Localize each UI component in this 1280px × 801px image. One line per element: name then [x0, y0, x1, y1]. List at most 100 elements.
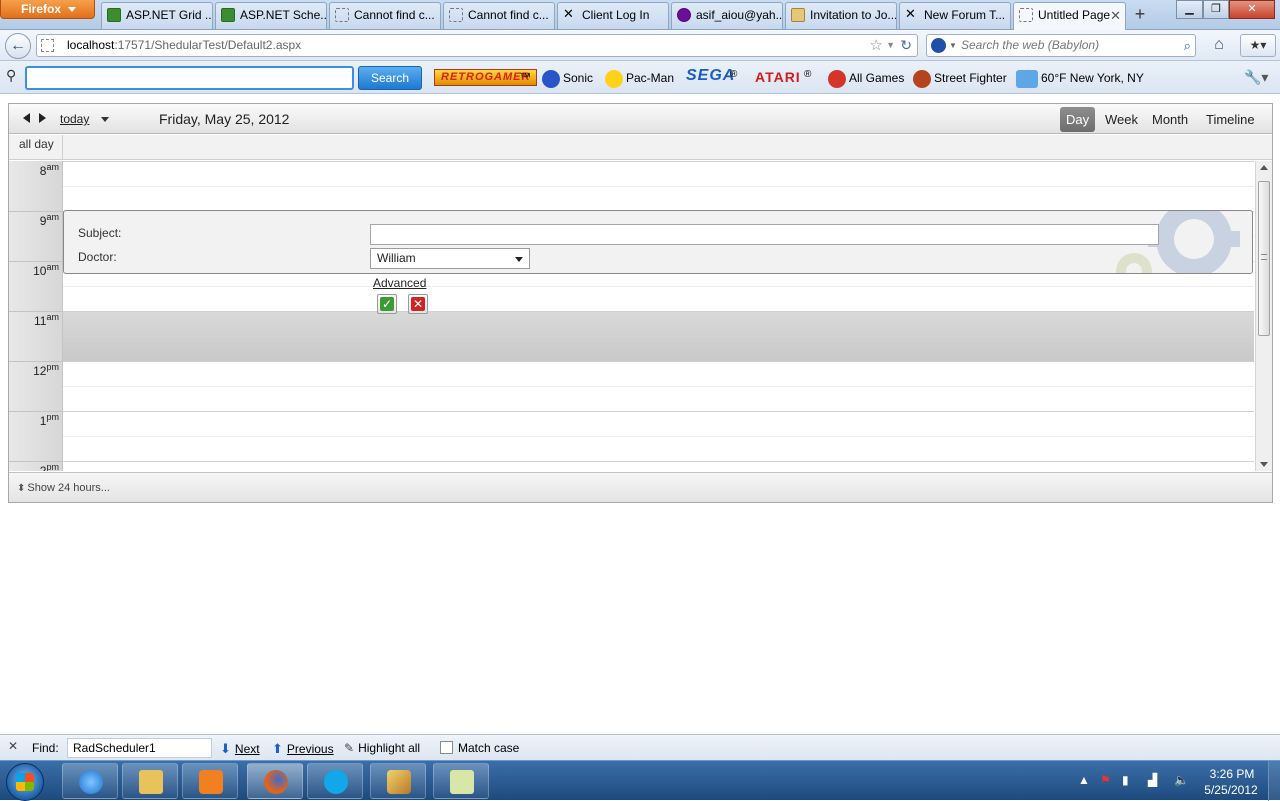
scroll-down-icon[interactable] [1260, 462, 1268, 467]
sega-logo[interactable]: SEGA [686, 67, 735, 85]
taskbar-tools[interactable] [433, 763, 489, 799]
hour-label-12pm: 12pm [9, 362, 59, 378]
tab-new-forum[interactable]: ✕ New Forum T... [899, 2, 1011, 29]
half-hour-divider [63, 186, 1254, 187]
next-day-icon[interactable] [39, 113, 46, 123]
advanced-link[interactable]: Advanced [373, 276, 426, 290]
taskbar-skype[interactable] [307, 763, 363, 799]
taskbar-explorer[interactable] [122, 763, 178, 799]
highlight-all-button[interactable]: ✎ Highlight all [344, 741, 420, 755]
view-month-button[interactable]: Month [1146, 107, 1194, 132]
history-dropdown-icon[interactable]: ▼ [886, 35, 895, 56]
start-button[interactable] [6, 763, 44, 801]
view-timeline-button[interactable]: Timeline [1200, 107, 1261, 132]
find-next-button[interactable]: ⬇ Next [220, 741, 260, 757]
page-content: today Friday, May 25, 2012 Day Week Mont… [0, 94, 1280, 734]
weather-widget[interactable]: 60°F New York, NY [1016, 67, 1144, 89]
doctor-select[interactable]: William [370, 248, 530, 269]
bookmark-label: Street Fighter [934, 71, 1007, 85]
close-find-bar-icon[interactable]: ✕ [8, 739, 18, 753]
show-desktop-button[interactable] [1268, 761, 1280, 801]
toolbar-search-button[interactable]: Search [358, 66, 422, 90]
address-bar[interactable]: localhost:17571/ShedularTest/Default2.as… [36, 34, 918, 57]
bookmark-street-fighter[interactable]: Street Fighter [913, 67, 1007, 89]
hour-divider [63, 411, 1254, 412]
subject-input[interactable] [370, 224, 1159, 245]
tab-label: New Forum T... [924, 8, 1006, 22]
network-icon[interactable]: ▟ [1148, 773, 1157, 787]
blank-page-icon [335, 8, 349, 22]
scrollbar-thumb[interactable] [1258, 181, 1270, 336]
bookmark-all-games[interactable]: All Games [828, 67, 904, 89]
view-day-button[interactable]: Day [1060, 107, 1096, 132]
expand-arrows-icon: ⬍ [17, 483, 26, 494]
time-grid[interactable]: 8am 9am 10am 11am 12pm 1pm 2pm [9, 161, 1254, 471]
tools-icon[interactable]: 🔧▾ [1244, 69, 1268, 86]
close-window-button[interactable]: ✕ [1229, 0, 1275, 19]
bookmark-sonic[interactable]: Sonic [542, 67, 593, 89]
x-logo-icon: ✕ [905, 6, 916, 21]
find-previous-button[interactable]: ⬆ Previous [272, 741, 334, 757]
action-center-icon[interactable]: ⚑ [1100, 773, 1111, 787]
clock-time[interactable]: 3:26 PM [1202, 767, 1262, 781]
site-identity-icon[interactable] [41, 39, 54, 52]
atari-logo[interactable]: ATARI [755, 69, 801, 85]
save-button[interactable]: ✓ [377, 294, 397, 314]
blank-page-icon [449, 8, 463, 22]
view-week-button[interactable]: Week [1099, 107, 1144, 132]
hour-label-2pm: 2pm [9, 462, 59, 471]
match-case-checkbox[interactable] [440, 741, 453, 754]
vertical-scrollbar[interactable] [1255, 161, 1272, 471]
taskbar-media-player[interactable] [182, 763, 238, 799]
search-icon[interactable]: ⌕ [1184, 35, 1191, 56]
all-day-row[interactable]: all day [9, 135, 1272, 160]
bookmarks-button[interactable]: ★▾ [1240, 34, 1276, 57]
today-link[interactable]: today [60, 112, 89, 126]
tab-client-login[interactable]: ✕ Client Log In [557, 2, 669, 29]
tab-asp-grid[interactable]: ASP.NET Grid ... [101, 2, 213, 29]
new-tab-button[interactable]: + [1128, 4, 1152, 26]
back-button[interactable]: ← [5, 33, 31, 59]
search-placeholder: Search the web (Babylon) [961, 38, 1100, 52]
games-icon [828, 69, 846, 88]
taskbar-internet-explorer[interactable] [62, 763, 118, 799]
show-24-hours-link[interactable]: ⬍ Show 24 hours... [17, 482, 110, 494]
web-search-box[interactable]: ▼ Search the web (Babylon) ⌕ [926, 34, 1196, 57]
home-button[interactable]: ⌂ [1206, 34, 1232, 57]
battery-icon[interactable]: ▮ [1122, 773, 1129, 787]
tab-invitation[interactable]: Invitation to Jo... [785, 2, 897, 29]
weather-label: 60°F New York, NY [1041, 71, 1144, 85]
bookmark-pacman[interactable]: Pac-Man [605, 67, 674, 89]
show-hidden-icons[interactable]: ▲ [1078, 773, 1090, 787]
reload-icon[interactable]: ↻ [900, 35, 912, 56]
tab-asp-scheduler[interactable]: ASP.NET Sche... [215, 2, 327, 29]
trademark-mark: ™ [519, 70, 531, 84]
scroll-up-icon[interactable] [1260, 165, 1268, 170]
date-picker-dropdown-icon[interactable] [101, 117, 109, 122]
tab-bar: Firefox ASP.NET Grid ... ASP.NET Sche...… [0, 0, 1280, 30]
chevron-down-icon [68, 7, 76, 12]
clock-date[interactable]: 5/25/2012 [1198, 783, 1264, 797]
find-label: Find: [32, 741, 59, 755]
find-input[interactable]: RadScheduler1 [67, 738, 212, 758]
tab-untitled-page[interactable]: Untitled Page ✕ [1013, 2, 1126, 30]
appointment-edit-form: Subject: Doctor: William [63, 210, 1253, 274]
volume-icon[interactable]: 🔈 [1174, 773, 1189, 787]
previous-day-icon[interactable] [23, 113, 30, 123]
cancel-button[interactable]: ✕ [408, 294, 428, 314]
tab-cannot-find-1[interactable]: Cannot find c... [329, 2, 441, 29]
toolbar-search-input[interactable] [25, 66, 354, 90]
tab-yahoo-mail[interactable]: asif_aiou@yah... [671, 2, 783, 29]
close-icon: ✕ [411, 297, 425, 311]
minimize-button[interactable]: ▁ [1176, 0, 1203, 19]
taskbar-firefox[interactable] [247, 763, 303, 799]
close-tab-icon[interactable]: ✕ [1110, 3, 1121, 28]
taskbar-visual-studio[interactable] [370, 763, 426, 799]
firefox-menu-button[interactable]: Firefox [0, 0, 95, 19]
maximize-button[interactable]: ❐ [1203, 0, 1229, 19]
half-hour-divider [63, 286, 1254, 287]
weather-icon [1016, 69, 1038, 88]
search-engine-icon[interactable] [931, 38, 946, 53]
bookmark-star-icon[interactable]: ☆ [870, 35, 883, 56]
tab-cannot-find-2[interactable]: Cannot find c... [443, 2, 555, 29]
